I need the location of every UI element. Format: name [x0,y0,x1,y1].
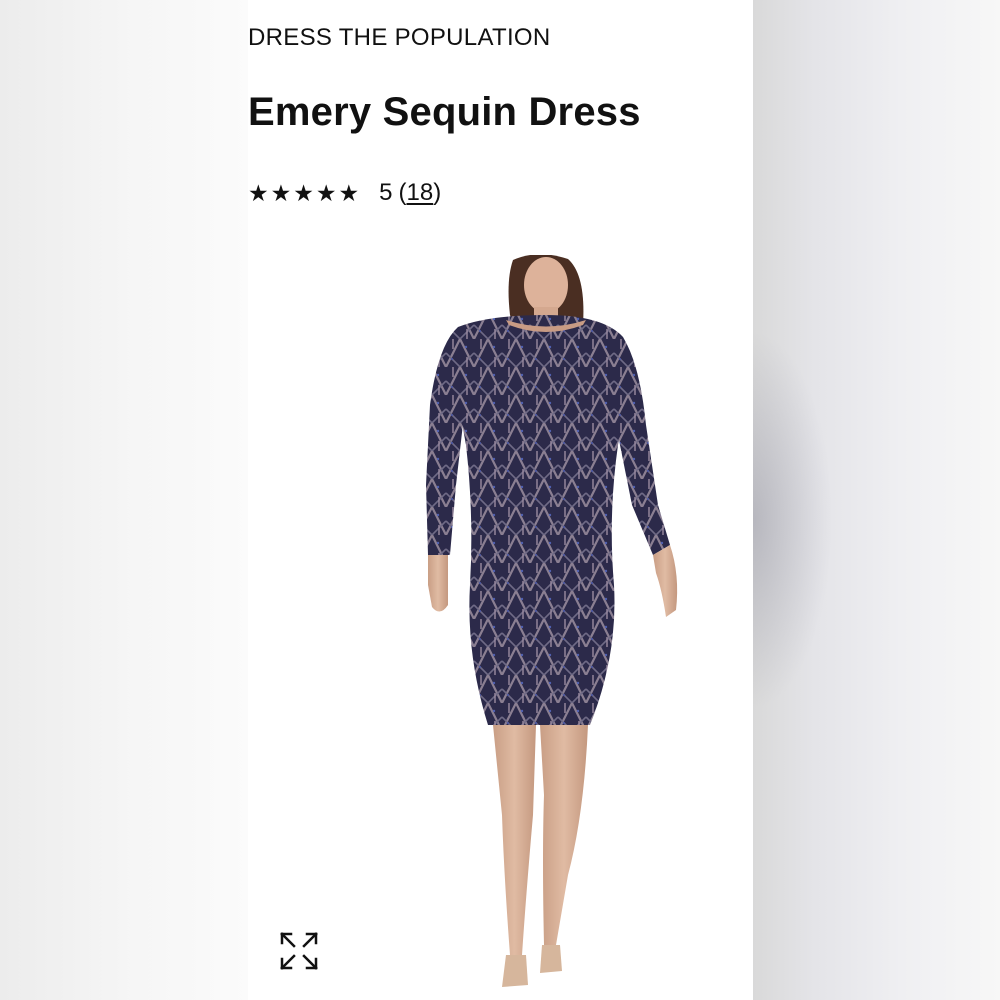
rating-row: ★ ★ ★ ★ ★ 5 (18) [248,178,441,208]
product-title: Emery Sequin Dress [248,90,641,134]
background-blur-left [0,0,248,1000]
review-count-close-paren: ) [433,179,442,206]
star-icon: ★ [338,179,360,206]
rating-score: 5 [379,179,393,206]
brand-name[interactable]: DRESS THE POPULATION [248,24,551,52]
expand-icon[interactable] [278,930,320,972]
star-icon: ★ [270,179,292,206]
star-icon: ★ [248,179,269,206]
star-rating: ★ ★ ★ ★ ★ [248,179,360,206]
review-count-link[interactable]: 18 [406,179,433,207]
review-count-open-paren: ( [398,179,407,206]
product-panel: DRESS THE POPULATION Emery Sequin Dress … [248,0,753,1000]
product-image[interactable] [418,255,688,1000]
star-icon: ★ [315,179,337,206]
star-icon: ★ [293,179,314,206]
background-blur-right [753,0,1000,1000]
